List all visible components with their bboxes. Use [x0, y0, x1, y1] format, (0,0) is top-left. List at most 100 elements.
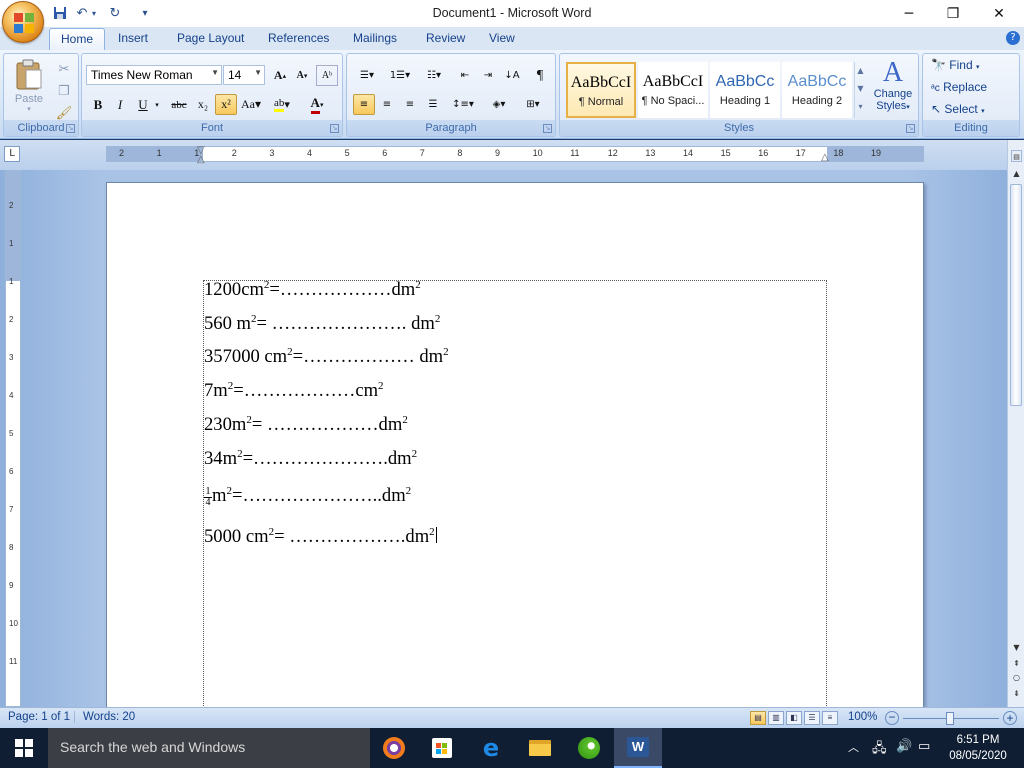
- replace-button[interactable]: ᵃc Replace: [931, 80, 987, 94]
- grow-font-icon[interactable]: A ▴: [269, 65, 291, 86]
- document-line[interactable]: 1200cm2=………………dm2: [204, 279, 421, 301]
- minimize-button[interactable]: ─: [886, 0, 932, 27]
- document-line[interactable]: 7m2=………………cm2: [204, 380, 384, 402]
- justify-button[interactable]: ☰: [422, 94, 444, 115]
- style-no-spacing[interactable]: AaBbCcI ¶ No Spaci...: [638, 62, 708, 118]
- style-normal[interactable]: AaBbCcI ¶ Normal: [566, 62, 636, 118]
- zoom-in-icon[interactable]: +: [1003, 711, 1017, 725]
- document-line[interactable]: 34m2=………………….dm2: [204, 448, 417, 470]
- tab-selector-icon[interactable]: L: [4, 146, 20, 162]
- previous-page-icon[interactable]: ⇞: [1011, 658, 1022, 670]
- document-line[interactable]: 230m2= ………………dm2: [204, 414, 408, 436]
- app-green-browser-icon[interactable]: [565, 728, 613, 768]
- font-color-button[interactable]: A ▾: [306, 94, 328, 115]
- tab-mailings[interactable]: Mailings: [353, 31, 397, 45]
- app-word-icon[interactable]: W: [614, 728, 662, 768]
- word-count[interactable]: Words: 20: [74, 711, 135, 723]
- superscript-button[interactable]: x²: [215, 94, 237, 115]
- bullets-button[interactable]: ☰▾: [353, 65, 381, 86]
- document-line[interactable]: 5000 cm2= ……………….dm2: [204, 526, 438, 548]
- clipboard-launcher-icon[interactable]: ↘: [66, 124, 75, 133]
- find-button[interactable]: 🔭 Find ▾: [931, 58, 980, 72]
- office-button[interactable]: [2, 1, 44, 43]
- zoom-out-icon[interactable]: −: [885, 711, 899, 725]
- cut-icon[interactable]: ✂: [53, 58, 75, 79]
- underline-dropdown-icon[interactable]: ▾: [152, 94, 162, 115]
- font-size-dropdown-icon[interactable]: ▼: [254, 68, 262, 77]
- align-right-button[interactable]: ≡: [399, 94, 421, 115]
- help-icon[interactable]: ?: [1006, 31, 1020, 45]
- line-spacing-button[interactable]: ↕≡▾: [449, 94, 477, 115]
- paragraph-launcher-icon[interactable]: ↘: [543, 124, 552, 133]
- underline-button[interactable]: U: [132, 94, 154, 115]
- tab-review[interactable]: Review: [426, 31, 465, 45]
- taskbar-search-box[interactable]: Search the web and Windows: [48, 728, 370, 768]
- tab-page-layout[interactable]: Page Layout: [177, 31, 244, 45]
- subscript-button[interactable]: x₂: [192, 94, 214, 115]
- strikethrough-button[interactable]: abc: [168, 94, 190, 115]
- scroll-down-icon[interactable]: ▼: [1011, 642, 1022, 654]
- change-styles-button[interactable]: A Change Styles▾: [870, 58, 916, 120]
- styles-launcher-icon[interactable]: ↘: [906, 124, 915, 133]
- decrease-indent-button[interactable]: ⇤: [454, 65, 476, 86]
- italic-button[interactable]: I: [109, 94, 131, 115]
- change-case-button[interactable]: Aa▾: [240, 94, 262, 115]
- font-size-box[interactable]: 14 ▼: [223, 65, 265, 85]
- show-hidden-icons-icon[interactable]: ︿: [848, 739, 859, 755]
- style-heading-2[interactable]: AaBbCc Heading 2: [782, 62, 852, 118]
- action-center-icon[interactable]: ▭: [918, 739, 930, 754]
- undo-dropdown-icon[interactable]: ▾: [89, 4, 99, 22]
- select-button[interactable]: ↖ Select ▾: [931, 102, 985, 116]
- app-avast-icon[interactable]: [370, 728, 418, 768]
- horizontal-ruler[interactable]: 2 1 1 2 3 4 5 6 7 8 9 10 11 12 13 14 15 16 17 18 19 ▽ △ △: [106, 145, 924, 165]
- clear-formatting-icon[interactable]: Aᵇ: [316, 65, 338, 86]
- start-button[interactable]: [0, 728, 48, 768]
- maximize-button[interactable]: ❐: [930, 0, 976, 27]
- shrink-font-icon[interactable]: A ▾: [291, 65, 313, 86]
- shading-button[interactable]: ◈▾: [484, 94, 514, 115]
- draft-view-icon[interactable]: ≡: [822, 711, 838, 725]
- font-launcher-icon[interactable]: ↘: [330, 124, 339, 133]
- sort-button[interactable]: ↓A: [501, 65, 523, 86]
- bold-button[interactable]: B: [87, 94, 109, 115]
- styles-scroll[interactable]: ▲ ▼ ▾: [854, 62, 866, 118]
- tab-view[interactable]: View: [489, 31, 515, 45]
- vertical-ruler[interactable]: 2 1 1 2 3 4 5 6 7 8 9 10 11: [5, 170, 21, 707]
- taskbar-clock[interactable]: 6:51 PM 08/05/2020: [940, 732, 1016, 764]
- vertical-scrollbar[interactable]: ▤ ▲ ▼ ⇞ ○ ⇟: [1007, 140, 1024, 707]
- show-formatting-marks-button[interactable]: ¶: [529, 65, 551, 86]
- document-page[interactable]: 1200cm2=………………dm2 560 m2= …………………. dm2 3…: [106, 182, 924, 722]
- tab-insert[interactable]: Insert: [118, 31, 148, 45]
- borders-button[interactable]: ⊞▾: [518, 94, 548, 115]
- scroll-up-icon[interactable]: ▲: [1011, 168, 1022, 180]
- copy-icon[interactable]: ❐: [53, 80, 75, 101]
- tab-references[interactable]: References: [268, 31, 329, 45]
- style-heading-1[interactable]: AaBbCc Heading 1: [710, 62, 780, 118]
- numbering-button[interactable]: 1☰▾: [385, 65, 415, 86]
- page-count[interactable]: Page: 1 of 1: [8, 711, 70, 723]
- volume-icon[interactable]: 🔊: [896, 739, 912, 754]
- select-browse-object-icon[interactable]: ○: [1011, 672, 1022, 684]
- increase-indent-button[interactable]: ⇥: [477, 65, 499, 86]
- close-button[interactable]: ✕: [976, 0, 1022, 27]
- multilevel-list-button[interactable]: ☷▾: [421, 65, 447, 86]
- redo-icon[interactable]: ↻: [106, 4, 124, 22]
- font-name-box[interactable]: Times New Roman ▼: [86, 65, 222, 85]
- web-layout-view-icon[interactable]: ◧: [786, 711, 802, 725]
- full-screen-reading-view-icon[interactable]: ▥: [768, 711, 784, 725]
- next-page-icon[interactable]: ⇟: [1011, 688, 1022, 700]
- save-icon[interactable]: [51, 4, 69, 22]
- font-name-dropdown-icon[interactable]: ▼: [211, 68, 219, 77]
- app-store-icon[interactable]: [418, 728, 466, 768]
- app-edge-icon[interactable]: e: [467, 728, 515, 768]
- customize-qat-icon[interactable]: ▾: [136, 4, 154, 22]
- zoom-level[interactable]: 100%: [848, 711, 877, 723]
- document-line[interactable]: 357000 cm2=……………… dm2: [204, 346, 449, 368]
- document-line[interactable]: 1 4 m2=…………………..dm2: [204, 485, 411, 508]
- highlight-color-button[interactable]: ab ▾: [271, 94, 293, 115]
- align-left-button[interactable]: ≡: [353, 94, 375, 115]
- scrollbar-thumb[interactable]: [1010, 184, 1022, 406]
- outline-view-icon[interactable]: ☰: [804, 711, 820, 725]
- paste-button[interactable]: Paste ▾: [10, 58, 48, 114]
- app-file-explorer-icon[interactable]: [516, 728, 564, 768]
